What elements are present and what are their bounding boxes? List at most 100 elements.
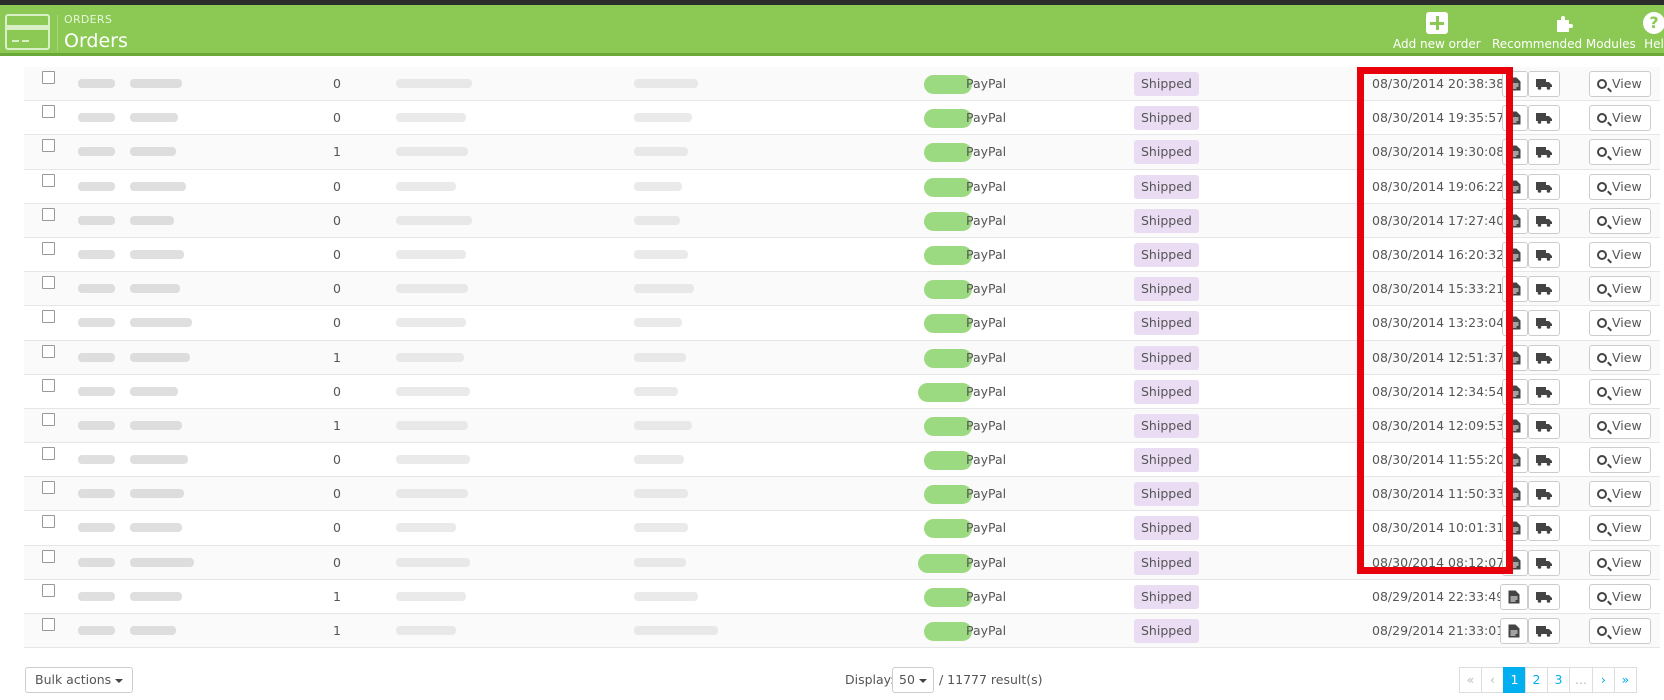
- delivery-slip-button[interactable]: [1528, 447, 1560, 474]
- order-id-blurred: [78, 249, 115, 259]
- status-badge: Shipped: [1134, 345, 1199, 370]
- order-reference-blurred: [130, 352, 190, 362]
- row-checkbox[interactable]: [42, 618, 55, 631]
- view-label: View: [1612, 212, 1642, 228]
- delivery-slip-button[interactable]: [1528, 618, 1560, 644]
- new-client-flag: 0: [333, 246, 341, 262]
- view-order-button[interactable]: View: [1589, 276, 1651, 303]
- order-id-blurred: [78, 420, 115, 430]
- pagination-prev[interactable]: ‹: [1481, 667, 1504, 693]
- view-order-button[interactable]: View: [1589, 139, 1651, 166]
- row-checkbox[interactable]: [42, 515, 55, 529]
- new-client-flag: 0: [333, 520, 341, 536]
- delivery-slip-button[interactable]: [1528, 71, 1560, 97]
- delivery-slip-button[interactable]: [1528, 549, 1560, 576]
- customer-name-blurred: [634, 352, 686, 362]
- view-order-button[interactable]: View: [1589, 173, 1651, 200]
- delivery-country-blurred: [396, 591, 466, 601]
- row-checkbox[interactable]: [42, 447, 55, 461]
- row-checkbox[interactable]: [42, 241, 55, 255]
- delivery-slip-button[interactable]: [1528, 139, 1560, 166]
- row-checkbox[interactable]: [42, 105, 55, 119]
- view-order-button[interactable]: View: [1589, 310, 1651, 337]
- customer-name-blurred: [634, 489, 688, 499]
- delivery-slip-button[interactable]: [1528, 173, 1560, 200]
- display-count-value: 50: [899, 672, 915, 687]
- new-client-flag: 0: [333, 554, 341, 570]
- view-label: View: [1612, 383, 1642, 399]
- view-order-button[interactable]: View: [1589, 549, 1651, 576]
- view-order-button[interactable]: View: [1589, 618, 1651, 644]
- delivery-slip-button[interactable]: [1528, 412, 1560, 439]
- total-amount-badge: [924, 143, 972, 163]
- row-checkbox[interactable]: [42, 310, 55, 324]
- view-order-button[interactable]: View: [1589, 105, 1651, 132]
- new-client-flag: 1: [333, 417, 341, 433]
- customer-name-blurred: [634, 113, 692, 123]
- caret-down-icon: [115, 678, 124, 683]
- row-checkbox[interactable]: [42, 412, 55, 426]
- help-button[interactable]: ? Hel: [1643, 12, 1664, 51]
- payment-method: PayPal: [966, 554, 1007, 570]
- customer-name-blurred: [634, 386, 678, 396]
- view-order-button[interactable]: View: [1589, 481, 1651, 508]
- view-order-button[interactable]: View: [1589, 515, 1651, 542]
- display-count-select[interactable]: 50: [892, 667, 934, 693]
- delivery-slip-button[interactable]: [1528, 310, 1560, 337]
- row-checkbox[interactable]: [42, 481, 55, 495]
- view-order-button[interactable]: View: [1589, 207, 1651, 234]
- delivery-slip-button[interactable]: [1528, 481, 1560, 508]
- view-label: View: [1612, 76, 1642, 91]
- row-checkbox[interactable]: [42, 207, 55, 221]
- delivery-country-blurred: [396, 557, 470, 567]
- status-badge: Shipped: [1134, 106, 1199, 131]
- view-order-button[interactable]: View: [1589, 583, 1651, 610]
- row-checkbox[interactable]: [42, 71, 55, 84]
- add-new-order-button[interactable]: Add new order: [1393, 12, 1481, 51]
- delivery-slip-button[interactable]: [1528, 378, 1560, 405]
- customer-name-blurred: [634, 249, 688, 259]
- view-order-button[interactable]: View: [1589, 447, 1651, 474]
- invoice-button[interactable]: [1500, 583, 1528, 610]
- delivery-slip-button[interactable]: [1528, 207, 1560, 234]
- puzzle-icon: [1553, 12, 1575, 34]
- view-label: View: [1612, 178, 1642, 194]
- delivery-slip-button[interactable]: [1528, 105, 1560, 132]
- total-amount-badge: [924, 177, 972, 197]
- new-client-flag: 0: [333, 486, 341, 502]
- invoice-button[interactable]: [1500, 618, 1528, 644]
- row-checkbox[interactable]: [42, 549, 55, 563]
- view-order-button[interactable]: View: [1589, 71, 1651, 97]
- view-order-button[interactable]: View: [1589, 378, 1651, 405]
- pagination-page-3[interactable]: 3: [1547, 667, 1570, 693]
- view-order-button[interactable]: View: [1589, 241, 1651, 268]
- order-reference-blurred: [130, 318, 192, 328]
- delivery-slip-button[interactable]: [1528, 583, 1560, 610]
- pagination-first[interactable]: «: [1459, 667, 1482, 693]
- recommended-modules-button[interactable]: Recommended Modules: [1492, 12, 1636, 51]
- delivery-slip-button[interactable]: [1528, 515, 1560, 542]
- delivery-slip-button[interactable]: [1528, 276, 1560, 303]
- delivery-slip-button[interactable]: [1528, 344, 1560, 371]
- row-checkbox[interactable]: [42, 173, 55, 187]
- row-checkbox[interactable]: [42, 139, 55, 153]
- bulk-actions-button[interactable]: Bulk actions: [25, 667, 134, 693]
- view-order-button[interactable]: View: [1589, 344, 1651, 371]
- pagination-next[interactable]: ›: [1591, 667, 1615, 693]
- order-id-blurred: [78, 147, 115, 157]
- row-checkbox[interactable]: [42, 378, 55, 392]
- add-new-order-label: Add new order: [1393, 37, 1481, 51]
- row-checkbox[interactable]: [42, 344, 55, 358]
- pagination-last[interactable]: »: [1613, 667, 1637, 693]
- view-order-button[interactable]: View: [1589, 412, 1651, 439]
- order-reference-blurred: [130, 420, 182, 430]
- pagination-page-2[interactable]: 2: [1525, 667, 1548, 693]
- status-badge: Shipped: [1134, 379, 1199, 404]
- delivery-slip-button[interactable]: [1528, 241, 1560, 268]
- help-label: Hel: [1644, 37, 1664, 51]
- row-checkbox[interactable]: [42, 583, 55, 597]
- payment-method: PayPal: [966, 520, 1007, 536]
- total-amount-badge: [924, 280, 972, 300]
- row-checkbox[interactable]: [42, 276, 55, 290]
- pagination-page-1[interactable]: 1: [1503, 667, 1526, 693]
